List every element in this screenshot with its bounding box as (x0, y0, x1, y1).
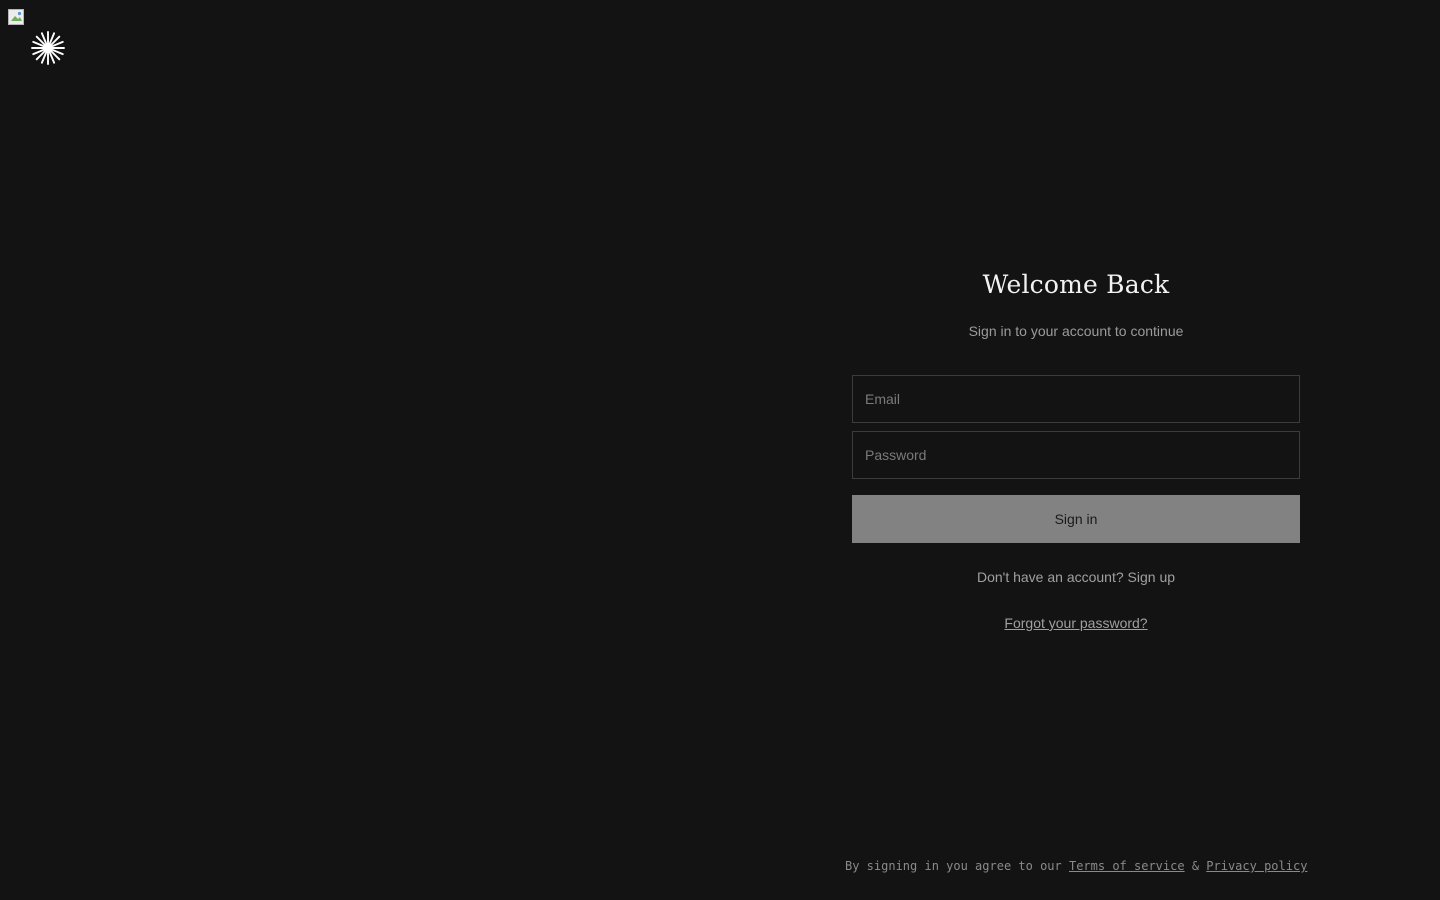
signup-link[interactable]: Sign up (1128, 569, 1175, 585)
legal-notice: By signing in you agree to our Terms of … (845, 857, 1307, 875)
forgot-password-link[interactable]: Forgot your password? (1004, 615, 1147, 631)
password-field[interactable] (852, 431, 1300, 479)
signin-button[interactable]: Sign in (852, 495, 1300, 543)
page-title: Welcome Back (982, 270, 1170, 299)
email-field[interactable] (852, 375, 1300, 423)
login-page: Welcome Back Sign in to your account to … (0, 0, 1440, 900)
legal-ampersand: & (1191, 859, 1200, 873)
signup-prompt: Don't have an account? Sign up (852, 567, 1300, 587)
legal-prefix: By signing in you agree to our (845, 859, 1062, 873)
starburst-logo-icon[interactable] (31, 31, 65, 65)
no-account-text: Don't have an account? (976, 569, 1124, 585)
terms-link[interactable]: Terms of service (1069, 859, 1185, 873)
signin-panel: Welcome Back Sign in to your account to … (852, 266, 1300, 634)
privacy-link[interactable]: Privacy policy (1206, 859, 1307, 873)
page-subtitle: Sign in to your account to continue (968, 323, 1184, 339)
forgot-password-row: Forgot your password? (852, 613, 1300, 634)
broken-image-icon (8, 9, 24, 25)
